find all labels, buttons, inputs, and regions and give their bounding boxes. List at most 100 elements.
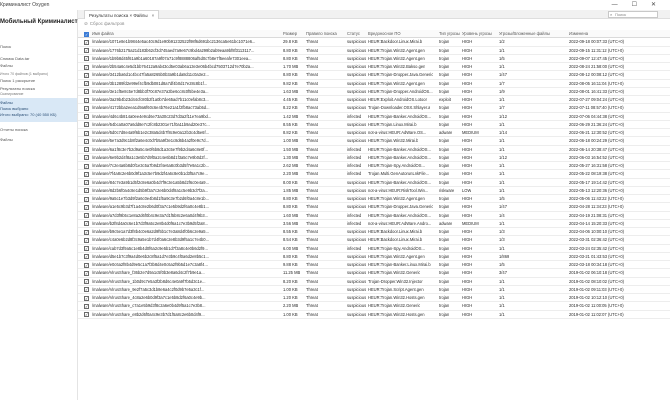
table-row[interactable]: ✓/malware/VirusShare_f36b2e7d9a1c5f0b3e8… (78, 269, 670, 278)
row-checkbox[interactable]: ✓ (84, 246, 89, 252)
tab-close-icon[interactable]: × (152, 11, 155, 19)
table-row[interactable]: ✓/malware/5e7a3d9c1b8f2a6e4c0d7b5a9f3e1c… (78, 137, 670, 146)
maximize-icon[interactable]: ☐ (632, 0, 637, 10)
row-checkbox[interactable]: ✓ (84, 105, 89, 111)
col-size-header[interactable]: Размер (283, 30, 297, 38)
table-row[interactable]: ✓/malware/1b9b8d45f61a9b1a60187a9f07a71c… (78, 55, 670, 63)
table-row[interactable]: ✓/malware/3a29b4b23d44cfc80b2f1a0b7de65a… (78, 96, 670, 105)
sidebar-item-search[interactable]: Поиск (0, 44, 11, 49)
row-checkbox[interactable]: ✓ (84, 180, 89, 186)
row-checkbox[interactable]: ✓ (84, 262, 89, 268)
row-checkbox[interactable]: ✓ (84, 204, 89, 210)
table-row[interactable]: ✓/malware/1776b2175a21d183b62cf3d745aed7… (78, 47, 670, 55)
table-row[interactable]: ✓/malware/VirusShare_9e2f7a5c3d1b8e6a4c2… (78, 286, 670, 294)
table-row[interactable]: ✓/malware/c4a0e6b2d8f3c9a5e1b7d4f0a6c2e8… (78, 236, 670, 245)
row-checkbox[interactable]: ✓ (84, 122, 89, 128)
table-row[interactable]: ✓/malware/6e9b2d4f8a1c3e5b7d9f0a2c4e6b8d… (78, 154, 670, 162)
col-threat-level-header[interactable]: Уровень угрозы (462, 30, 492, 38)
row-checkbox[interactable]: ✓ (84, 97, 89, 103)
row-checkbox[interactable]: ✓ (84, 295, 89, 301)
table-row[interactable]: ✓/malware/7f4a8c2e6b0d9f1a3c5e7b9d2f4a6c… (78, 170, 670, 179)
table-row[interactable]: ✓/malware/a1e5c9b3d7f1a4c8e2b6d0f3a7c1e5… (78, 203, 670, 212)
row-checkbox[interactable]: ✓ (84, 312, 89, 318)
table-row[interactable]: ✓/malware/7c2e4a6b8d0f1e3c5a7b9d2f4e6a8c… (78, 162, 670, 171)
row-checkbox[interactable]: ✓ (84, 64, 89, 70)
sidebar-item-search-reports[interactable]: Отчеты поиска (0, 127, 28, 132)
reset-filters-button[interactable]: ⊘ Сброс фильтров (84, 21, 124, 27)
row-checkbox[interactable]: ✓ (84, 56, 89, 62)
col-malware-cell: HEUR:Backdoor.Linux.Mirai.b (368, 229, 423, 234)
table-row[interactable]: ✓/malware/84c7e3a9b1d5f2c8e6a0b4d7f9c3e1… (78, 179, 670, 187)
col-modified-cell: 2019-01-02 06:10:18 (UTC+0) (569, 270, 624, 276)
row-checkbox[interactable]: ✓ (84, 138, 89, 144)
table-row[interactable]: ✓/malware/9a5c1e7b3d9f2a6c0e4b8d1f5a9c3e… (78, 195, 670, 204)
col-modified-header[interactable]: Изменена (569, 30, 588, 38)
row-checkbox[interactable]: ✓ (84, 213, 89, 219)
row-checkbox[interactable]: ✓ (84, 279, 89, 285)
table-row[interactable]: ✓/malware/6a1f8c3e7b2d9a5c4e0f6b8d1a3c5e… (78, 146, 670, 154)
col-search-rule-header[interactable]: Правило поиска (306, 30, 337, 38)
row-checkbox[interactable]: ✓ (84, 89, 89, 95)
row-checkbox[interactable]: ✓ (84, 229, 89, 235)
sidebar-item-search-results[interactable]: Результаты поиска (0, 86, 35, 91)
row-checkbox[interactable]: ✓ (84, 114, 89, 120)
row-checkbox[interactable]: ✓ (84, 221, 89, 227)
row-checkbox[interactable]: ✓ (84, 303, 89, 309)
row-checkbox[interactable]: ✓ (84, 39, 89, 45)
sidebar-item-files-2[interactable]: Файлы (0, 137, 13, 142)
close-icon[interactable]: ✕ (651, 0, 656, 10)
search-input[interactable]: ⌕ Поиск (608, 11, 658, 18)
col-modified-cell: 2022-09-07 12:47:45 (UTC+0) (569, 55, 624, 61)
table-row[interactable]: ✓/malware/VirusShare_c7a1e5b9d3f8c2a6e0b… (78, 302, 670, 311)
row-checkbox[interactable]: ✓ (84, 270, 89, 276)
minimize-icon[interactable]: — (612, 0, 618, 10)
row-checkbox[interactable]: ✓ (84, 72, 89, 78)
row-checkbox[interactable]: ✓ (84, 196, 89, 202)
table-row[interactable]: ✓/malware/2b54a6c4e5d1bb76412a9ab43cd5e0… (78, 63, 670, 72)
table-row[interactable]: ✓/malware/b2f8d4a0c6e1b7d3f9a5c2e8b4d0f6… (78, 220, 670, 228)
sidebar-item-selected[interactable]: Файлы Поиск выбрано Итого выбрано: 70 (4… (0, 98, 77, 122)
table-row[interactable]: ✓/malware/VirusShare_e8b2d6f0a4c9e3b7d1f… (78, 311, 670, 319)
table-row[interactable]: ✓/malware/a7d3f9b5c1e8a2d6f0b4c9e3a7d1f5… (78, 212, 670, 220)
table-row[interactable]: ✓/malware/3412ba6d1c4bc47fa5a8265b0b3a9b… (78, 71, 670, 80)
table-row[interactable]: ✓/malware/8d2b6f0a4c8e1d5b9f3a7c2e6b0d4f… (78, 187, 670, 195)
sidebar-item-files[interactable]: Файлы (0, 63, 13, 68)
table-row[interactable]: ✓/malware/cab7d3f9a5c1e8b4d0f6a2c9e5b1d7… (78, 245, 670, 253)
col-threats-nested-header[interactable]: Угрозы/Вложенные файлы (499, 30, 550, 38)
table-row[interactable]: ✓/malware/5d0c7d8e4a9f6b1e2c38a5d4b7f8c9… (78, 129, 670, 138)
table-row[interactable]: ✓/malware/e0c6a2f8b4d9e5c1a7f3b8d4e0c6a2… (78, 261, 670, 270)
table-row[interactable]: ✓/malware/VirusShare_4c8a2e6b0d9f3a7c1e5… (78, 294, 670, 303)
col-modified-cell: 2022-06-03 16:54:52 (UTC+0) (569, 154, 624, 160)
table-row[interactable]: ✓/malware/VirusShare_1b0d9c7e5a3f2b8d6c4… (78, 278, 670, 286)
table-row[interactable]: ✓/malware/d5e1b7c3f9a4d0e6b2c8f5a1d7e3b9… (78, 253, 670, 261)
tab-search-results-files[interactable]: Результаты поиска × Файлы × (84, 10, 160, 19)
row-checkbox[interactable]: ✓ (84, 48, 89, 54)
col-threat-type-header[interactable]: Тип угрозы (439, 30, 460, 38)
sidebar-item-search-reveal[interactable]: Поиск 1 раскрытие (0, 78, 35, 83)
col-status-header[interactable]: Статус (347, 30, 360, 38)
row-checkbox[interactable]: ✓ (84, 237, 89, 243)
col-malware-header[interactable]: Вредоносное ПО (368, 30, 401, 38)
row-checkbox[interactable]: ✓ (84, 188, 89, 194)
row-checkbox[interactable]: ✓ (84, 147, 89, 153)
col-threat-type-cell: trojan (439, 113, 450, 119)
row-checkbox[interactable]: ✓ (84, 163, 89, 169)
col-search-rule-cell: Threat (306, 229, 318, 234)
select-all-checkbox[interactable]: ✓ (84, 31, 89, 37)
table-row[interactable]: ✓/malware/3e1cf5e8c5e7d8bb3f70c87e37a3be… (78, 88, 670, 96)
row-checkbox[interactable]: ✓ (84, 254, 89, 260)
sidebar-item-snapshot[interactable]: Снимок Data.tar (0, 56, 29, 61)
row-checkbox[interactable]: ✓ (84, 155, 89, 161)
table-row[interactable]: ✓/malware/54bca0a07a6dd8e7c2fc8b2301e71f… (78, 121, 670, 129)
row-checkbox[interactable]: ✓ (84, 81, 89, 87)
row-checkbox[interactable]: ✓ (84, 130, 89, 136)
table-row[interactable]: ✓/malware/4172bba2eea1d9a6f60c6e4b76e21a… (78, 104, 670, 113)
table-row[interactable]: ✓/malware/3b1289fd2e99ef4cfb9db081d8a7df… (78, 80, 670, 88)
col-file-name-header[interactable]: Имя файла (92, 30, 114, 38)
row-checkbox[interactable]: ✓ (84, 171, 89, 177)
row-checkbox[interactable]: ✓ (84, 287, 89, 293)
table-row[interactable]: ✓/malware/1071e8e1b9844e5ac40c9d1e90b912… (78, 38, 670, 47)
table-row[interactable]: ✓/malware/b9c5e1a7d3f8b4c0e6a2d9f5b1c7e3… (78, 228, 670, 237)
table-row[interactable]: ✓/malware/4d6c4b814a0ee4e9cd6e73a30c23d7… (78, 113, 670, 121)
col-size-cell: 3.56 MB (283, 220, 299, 226)
